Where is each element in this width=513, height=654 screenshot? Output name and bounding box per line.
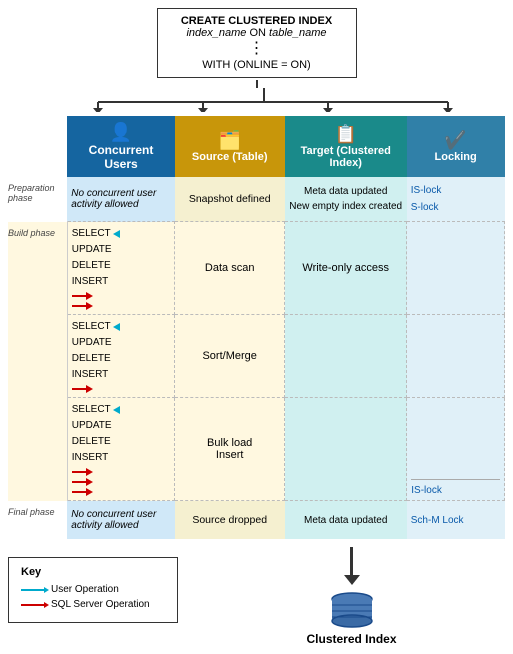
header-target: 📋 Target (Clustered Index): [285, 116, 407, 177]
build-phase-label: Build phase: [8, 222, 67, 501]
build-target-2: [285, 315, 407, 398]
build-target-3: [285, 398, 407, 501]
sql-dots: ⋮: [166, 41, 348, 57]
prep-phase-label: Preparation phase: [8, 177, 67, 222]
blue-arrow-left-3: [113, 406, 120, 414]
red-arrow-key: [21, 604, 45, 606]
key-user-op: User Operation: [21, 584, 165, 595]
table-icon-target: 📋: [289, 124, 403, 145]
key-box: Key User Operation SQL Server Operation: [8, 557, 178, 623]
build-concurrent-1: SELECT UPDATE DELETE INSERT: [67, 222, 174, 315]
build-locking-3: IS-lock: [407, 398, 505, 501]
sql-on: ON: [249, 27, 269, 39]
sql-box: CREATE CLUSTERED INDEX index_name ON tab…: [157, 8, 357, 78]
red-arrow-right-1a: [86, 292, 93, 300]
table-icon-source: 🗂️: [179, 130, 281, 151]
header-source: 🗂️ Source (Table): [175, 116, 285, 177]
build-locking-1: [407, 222, 505, 315]
build-phase-row2: SELECT UPDATE DELETE INSERT: [8, 315, 505, 398]
build-source-3: Bulk loadInsert: [175, 398, 285, 501]
final-locking-cell: Sch-M Lock: [407, 501, 505, 540]
red-arrow-right-2: [86, 385, 93, 393]
red-arrow-right-3a: [86, 468, 93, 476]
final-concurrent-cell: No concurrent user activity allowed: [67, 501, 174, 540]
blue-arrow-left-2: [113, 323, 120, 331]
red-arrow-right-3b: [86, 478, 93, 486]
blue-arrow-left-1: [113, 230, 120, 238]
header-row: 👤 Concurrent Users 🗂️ Source (Table) 📋 T…: [8, 116, 505, 177]
sql-line2: index_name ON table_name: [166, 27, 348, 39]
final-phase-row: Final phase No concurrent user activity …: [8, 501, 505, 540]
build-source-2: Sort/Merge: [175, 315, 285, 398]
down-arrow-head: [344, 575, 360, 585]
sql-line1: CREATE CLUSTERED INDEX: [166, 15, 348, 27]
prep-target-cell: Meta data updated New empty index create…: [285, 177, 407, 222]
down-arrow-line: [350, 547, 353, 575]
build-locking-2: [407, 315, 505, 398]
build-phase-row1: Build phase SELECT UPDATE DELETE INSERT: [8, 222, 505, 315]
final-source-cell: Source dropped: [175, 501, 285, 540]
build-concurrent-2: SELECT UPDATE DELETE INSERT: [67, 315, 174, 398]
sql-index-name: index_name: [186, 27, 246, 39]
key-sql-op: SQL Server Operation: [21, 599, 165, 610]
key-title: Key: [21, 566, 165, 578]
page-wrapper: CREATE CLUSTERED INDEX index_name ON tab…: [0, 0, 513, 654]
build-concurrent-3: SELECT UPDATE DELETE INSERT: [67, 398, 174, 501]
header-locking: ✔️ Locking: [407, 116, 505, 177]
clustered-index-icon: [327, 591, 377, 632]
red-arrow-right-1b: [86, 302, 93, 310]
check-icon: ✔️: [411, 130, 501, 151]
final-target-cell: Meta data updated: [285, 501, 407, 540]
sql-table-name: table_name: [269, 27, 327, 39]
prep-phase-row: Preparation phase No concurrent user act…: [8, 177, 505, 222]
build-phase-row3: SELECT UPDATE DELETE INSERT: [8, 398, 505, 501]
prep-source-cell: Snapshot defined: [175, 177, 285, 222]
prep-concurrent-cell: No concurrent user activity allowed: [67, 177, 174, 222]
person-icon: 👤: [71, 122, 170, 143]
build-target-1: Write-only access: [285, 222, 407, 315]
red-arrow-right-3c: [86, 488, 93, 496]
header-concurrent: 👤 Concurrent Users: [67, 116, 174, 177]
clustered-index-label: Clustered Index: [306, 632, 396, 646]
prep-locking-cell: IS-lock S-lock: [407, 177, 505, 222]
main-diagram: 👤 Concurrent Users 🗂️ Source (Table) 📋 T…: [8, 116, 505, 539]
final-phase-label: Final phase: [8, 501, 67, 540]
blue-arrow-key: [21, 589, 45, 591]
sql-with: WITH (ONLINE = ON): [166, 59, 348, 71]
build-source-1: Data scan: [175, 222, 285, 315]
